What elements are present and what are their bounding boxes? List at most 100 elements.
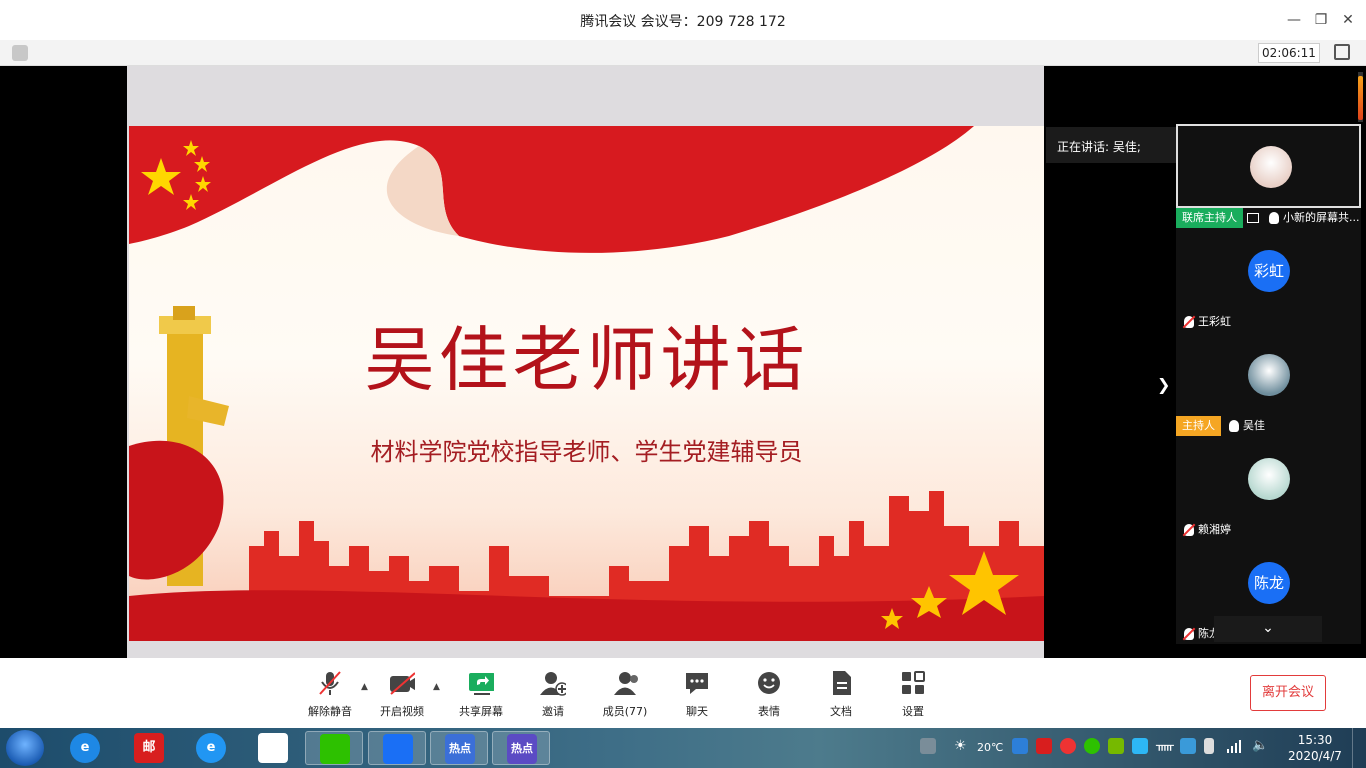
fullscreen-icon[interactable]: [1334, 44, 1350, 60]
reactions-button[interactable]: 表情: [739, 670, 799, 719]
meeting-info-bar: 02:06:11: [0, 40, 1366, 66]
taskbar-app-hotspot-2[interactable]: 热点: [492, 731, 550, 765]
minimize-button[interactable]: —: [1284, 10, 1304, 30]
device-icon[interactable]: [1204, 738, 1214, 754]
participant-namebar: 主持人 吴佳: [1176, 416, 1361, 436]
qq-icon[interactable]: [1132, 738, 1148, 754]
taskbar-app-tencent-meeting[interactable]: [368, 731, 426, 765]
security-shield-icon[interactable]: [1012, 738, 1028, 754]
system-clock[interactable]: 15:30 2020/4/7: [1288, 732, 1342, 764]
taskbar-app-wechat[interactable]: [305, 731, 363, 765]
grid-settings-icon: [902, 671, 925, 694]
chat-icon: [686, 673, 708, 694]
title-bar: 腾讯会议 会议号：209 728 172 — ❐ ✕: [0, 0, 1366, 40]
start-video-button[interactable]: 开启视频: [372, 670, 432, 719]
nvidia-icon[interactable]: [1108, 738, 1124, 754]
sun-icon[interactable]: ☀: [954, 738, 970, 754]
participant-tile[interactable]: [1176, 332, 1361, 416]
avatar: 陈龙: [1248, 562, 1290, 604]
avatar: [1248, 354, 1290, 396]
close-button[interactable]: ✕: [1338, 10, 1358, 30]
reactions-label: 表情: [758, 705, 780, 718]
bluetooth-icon[interactable]: ᚅ: [1156, 738, 1174, 754]
chat-button[interactable]: 聊天: [667, 670, 727, 719]
volume-icon[interactable]: 🔈: [1252, 738, 1268, 754]
start-button[interactable]: [6, 730, 44, 766]
network-icon[interactable]: [1226, 738, 1242, 754]
share-screen-icon: [469, 673, 494, 695]
docs-button[interactable]: 文档: [811, 670, 871, 719]
wechat-tray-icon[interactable]: [1084, 738, 1100, 754]
invite-button[interactable]: 邀请: [523, 670, 583, 719]
video-options-caret-icon[interactable]: ▲: [433, 682, 440, 692]
microphone-muted-icon: [319, 671, 341, 695]
participant-name: 吴佳: [1243, 419, 1265, 432]
avatar: [1250, 146, 1292, 188]
participant-name: 小新的屏幕共...: [1283, 211, 1360, 224]
wechat-icon: [320, 734, 350, 764]
microphone-muted-icon: [1184, 316, 1194, 328]
mail-tray-icon[interactable]: [1036, 738, 1052, 754]
add-user-icon: [540, 672, 566, 696]
members-button[interactable]: 成员(77): [595, 670, 655, 719]
participant-name: 赖湘婷: [1198, 523, 1231, 536]
chevron-down-icon[interactable]: ⌄: [1214, 616, 1322, 642]
camera-off-icon: [390, 672, 415, 695]
clock-time: 15:30: [1297, 733, 1333, 747]
audio-options-caret-icon[interactable]: ▲: [361, 682, 368, 692]
members-icon: [614, 672, 638, 695]
window-title: 腾讯会议 会议号：209 728 172: [580, 14, 786, 30]
participant-tile[interactable]: 彩虹: [1176, 228, 1361, 312]
participant-name: 王彩虹: [1198, 315, 1231, 328]
taskbar-app-mail[interactable]: 邮: [120, 731, 178, 765]
unmute-button[interactable]: 解除静音: [300, 670, 360, 719]
browser-icon: e: [196, 733, 226, 763]
participant-tile[interactable]: 陈龙: [1176, 540, 1361, 624]
taskbar: 邮 e e 热点 热点 ☀ 20℃ ᚅ 🔈 15:30 2020/4/7: [0, 728, 1366, 768]
scrollbar-thumb[interactable]: [1358, 76, 1363, 120]
docs-label: 文档: [830, 705, 852, 718]
tencent-meeting-icon: [383, 734, 413, 764]
microphone-muted-icon: [1184, 628, 1194, 640]
start-video-label: 开启视频: [380, 705, 424, 718]
share-screen-button[interactable]: 共享屏幕: [451, 670, 511, 719]
taskbar-app-hotspot[interactable]: 热点: [430, 731, 488, 765]
microphone-muted-icon: [1184, 524, 1194, 536]
emoji-icon: [758, 672, 780, 694]
taskbar-app-ie[interactable]: e: [56, 731, 114, 765]
show-desktop-button[interactable]: [1352, 728, 1366, 768]
netease-music-icon[interactable]: [1060, 738, 1076, 754]
settings-label: 设置: [902, 705, 924, 718]
invite-label: 邀请: [542, 705, 564, 718]
hotspot-icon: 热点: [507, 734, 537, 764]
microphone-icon: [1229, 420, 1239, 432]
host-badge: 主持人: [1176, 416, 1221, 436]
taskbar-app-browser[interactable]: e: [182, 731, 240, 765]
avatar: [1248, 458, 1290, 500]
cloud-drive-icon: [258, 733, 288, 763]
unmute-label: 解除静音: [308, 705, 352, 718]
participant-namebar: 联席主持人 小新的屏幕共...: [1176, 208, 1361, 228]
share-screen-label: 共享屏幕: [459, 705, 503, 718]
chevron-right-icon[interactable]: ❯: [1157, 375, 1170, 394]
cohost-badge: 联席主持人: [1176, 208, 1243, 228]
restore-button[interactable]: ❐: [1311, 10, 1331, 30]
slide-title: 吴佳老师讲话: [364, 319, 809, 401]
meeting-timer: 02:06:11: [1258, 43, 1320, 63]
taskbar-app-baidu-netdisk[interactable]: [244, 731, 302, 765]
leave-meeting-button[interactable]: 离开会议: [1250, 675, 1326, 711]
chat-label: 聊天: [686, 705, 708, 718]
settings-button[interactable]: 设置: [883, 670, 943, 719]
participant-tile[interactable]: [1176, 124, 1361, 208]
shield-icon[interactable]: [12, 45, 28, 61]
screen-share-icon: [1247, 213, 1259, 223]
keyboard-icon[interactable]: [920, 738, 936, 754]
weather-temperature: 20℃: [977, 741, 1004, 754]
slide-subtitle: 材料学院党校指导老师、学生党建辅导员: [370, 438, 803, 466]
ie-icon: e: [70, 733, 100, 763]
app-tray-icon[interactable]: [1180, 738, 1196, 754]
mail-app-icon: 邮: [134, 733, 164, 763]
participant-tile[interactable]: [1176, 436, 1361, 520]
meeting-controls: 解除静音 ▲ 开启视频 ▲ 共享屏幕 邀请 成员(77) 聊天 表情 文档 设置…: [0, 658, 1366, 728]
avatar: 彩虹: [1248, 250, 1290, 292]
